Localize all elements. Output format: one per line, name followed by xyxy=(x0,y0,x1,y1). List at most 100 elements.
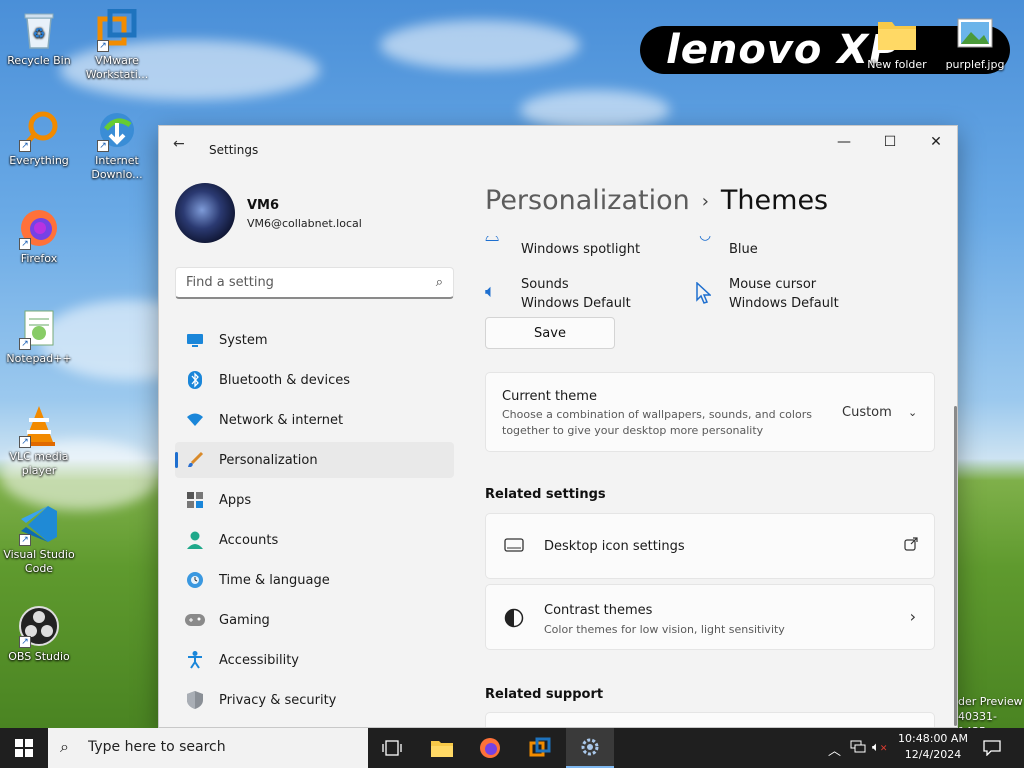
settings-window: ← Settings — ☐ ✕ VM6 VM6@collabnet.local… xyxy=(158,125,958,728)
notepadpp-icon: ↗ xyxy=(17,306,61,350)
sidebar: VM6 VM6@collabnet.local ⌕ System Bluetoo… xyxy=(159,160,469,727)
search-input[interactable] xyxy=(186,275,416,290)
sidebar-item-system[interactable]: System xyxy=(175,322,454,358)
taskbar-search[interactable]: ⌕ xyxy=(48,728,368,768)
system-clock[interactable]: 10:48:00 AM 12/4/2024 xyxy=(888,731,978,763)
image-file-icon xyxy=(953,12,997,56)
brush-icon xyxy=(185,450,205,470)
apps-icon xyxy=(185,490,205,510)
maximize-button[interactable]: ☐ xyxy=(867,126,913,158)
related-support-card[interactable] xyxy=(485,712,935,727)
file-explorer-icon xyxy=(431,741,453,757)
file-explorer-button[interactable] xyxy=(418,728,466,768)
search-box[interactable]: ⌕ xyxy=(175,267,454,299)
task-view-icon xyxy=(382,740,402,756)
firefox-taskbar-button[interactable] xyxy=(466,728,514,768)
vmware-icon xyxy=(529,737,551,757)
back-arrow-icon[interactable]: ← xyxy=(173,136,185,152)
sidebar-item-bluetooth[interactable]: Bluetooth & devices xyxy=(175,362,454,398)
desktop-icon-recycle-bin[interactable]: ♻ Recycle Bin xyxy=(0,8,78,68)
color-icon: ◡ xyxy=(699,236,711,245)
color-property[interactable]: ◡ Blue xyxy=(699,236,758,259)
desktop-icon-everything[interactable]: ↗ Everything xyxy=(0,108,78,168)
contrast-themes-card[interactable]: Contrast themes Color themes for low vis… xyxy=(485,584,935,650)
network-tray-icon[interactable] xyxy=(850,740,866,758)
chevron-right-icon: › xyxy=(909,607,916,626)
search-icon: ⌕ xyxy=(60,737,69,756)
sidebar-item-time-language[interactable]: Time & language xyxy=(175,562,454,598)
internet-download-manager-icon: ↗ xyxy=(95,108,139,152)
vlc-icon: ↗ xyxy=(17,404,61,448)
desktop-icon-firefox[interactable]: ↗ Firefox xyxy=(0,206,78,266)
user-name: VM6 xyxy=(247,198,280,213)
taskbar-search-input[interactable] xyxy=(88,739,348,755)
settings-taskbar-button[interactable] xyxy=(566,728,614,768)
avatar[interactable] xyxy=(175,183,235,243)
contrast-icon xyxy=(504,608,524,632)
desktop-icon-purplef[interactable]: purplef.jpg xyxy=(936,12,1014,72)
scrollbar[interactable] xyxy=(954,406,957,726)
breadcrumb: Personalization › Themes xyxy=(485,185,828,216)
speaker-icon: 🔈︎ xyxy=(485,281,496,302)
chevron-up-icon[interactable]: ︿ xyxy=(828,740,841,759)
current-theme-description: Choose a combination of wallpapers, soun… xyxy=(502,408,812,437)
desktop-icon-settings-label: Desktop icon settings xyxy=(544,539,685,554)
desktop-icon-vscode[interactable]: ↗ Visual Studio Code xyxy=(0,502,78,576)
mouse-cursor-property[interactable]: Mouse cursor Windows Default xyxy=(696,275,839,313)
recycle-bin-icon: ♻ xyxy=(17,8,61,52)
sidebar-item-gaming[interactable]: Gaming xyxy=(175,602,454,638)
everything-icon: ↗ xyxy=(17,108,61,152)
sidebar-item-accessibility[interactable]: Accessibility xyxy=(175,642,454,678)
vscode-icon: ↗ xyxy=(17,502,61,546)
page-title: Themes xyxy=(720,185,829,216)
windows-watermark: der Preview 40331-1435 xyxy=(958,695,1023,728)
related-support-heading: Related support xyxy=(485,687,604,702)
breadcrumb-separator: › xyxy=(701,191,709,212)
desktop-icon-notepadpp[interactable]: ↗ Notepad++ xyxy=(0,306,78,366)
folder-icon xyxy=(875,12,919,56)
desktop-icon-obs[interactable]: ↗ OBS Studio xyxy=(0,604,78,664)
sidebar-item-accounts[interactable]: Accounts xyxy=(175,522,454,558)
desktop-icon-vlc[interactable]: ↗ VLC media player xyxy=(0,404,78,478)
current-theme-dropdown[interactable]: Custom ⌄ xyxy=(842,405,917,420)
background-property[interactable]: ⌓ Windows spotlight xyxy=(485,236,640,259)
desktop-icon-settings-card[interactable]: Desktop icon settings xyxy=(485,513,935,579)
shield-icon xyxy=(185,690,205,710)
cursor-icon xyxy=(695,281,712,308)
bluetooth-icon xyxy=(185,370,205,390)
start-button[interactable] xyxy=(0,728,48,768)
desktop-icon-idm[interactable]: ↗ Internet Downlo... xyxy=(78,108,156,182)
close-button[interactable]: ✕ xyxy=(913,126,957,158)
vmware-taskbar-button[interactable] xyxy=(516,728,564,768)
minimize-button[interactable]: — xyxy=(821,126,867,158)
title-bar: ← Settings — ☐ ✕ xyxy=(159,126,957,160)
sounds-property[interactable]: 🔈︎ Sounds Windows Default xyxy=(485,275,631,313)
contrast-themes-title: Contrast themes xyxy=(544,603,653,618)
task-view-button[interactable] xyxy=(368,728,416,768)
sidebar-item-privacy[interactable]: Privacy & security xyxy=(175,682,454,718)
volume-muted-icon[interactable]: 🔈︎✕ xyxy=(872,740,887,755)
breadcrumb-personalization[interactable]: Personalization xyxy=(485,185,690,216)
desktop-icon-vmware[interactable]: ↗ VMware Workstati... xyxy=(78,8,156,82)
current-theme-card[interactable]: Current theme Choose a combination of wa… xyxy=(485,372,935,452)
monitor-icon xyxy=(504,538,524,558)
firefox-icon xyxy=(480,738,500,758)
sidebar-item-apps[interactable]: Apps xyxy=(175,482,454,518)
notifications-button[interactable] xyxy=(968,728,1016,768)
main-content: Personalization › Themes ⌓ Windows spotlig… xyxy=(485,160,945,727)
accounts-icon xyxy=(185,530,205,550)
vmware-icon: ↗ xyxy=(95,8,139,52)
taskbar: ⌕ ︿ 🔈︎✕ 10:48:00 AM 12/4/2024 xyxy=(0,728,1024,768)
sidebar-item-network[interactable]: Network & internet xyxy=(175,402,454,438)
firefox-icon: ↗ xyxy=(17,206,61,250)
accessibility-icon xyxy=(185,650,205,670)
gamepad-icon xyxy=(185,610,205,630)
related-settings-heading: Related settings xyxy=(485,487,606,502)
sidebar-item-personalization[interactable]: Personalization xyxy=(175,442,454,478)
desktop-icon-new-folder[interactable]: New folder xyxy=(858,12,936,72)
save-button[interactable]: Save xyxy=(485,317,615,349)
search-icon[interactable]: ⌕ xyxy=(436,275,443,290)
windows-logo-icon xyxy=(15,739,33,757)
system-icon xyxy=(185,330,205,350)
background-icon: ⌓ xyxy=(485,236,499,245)
